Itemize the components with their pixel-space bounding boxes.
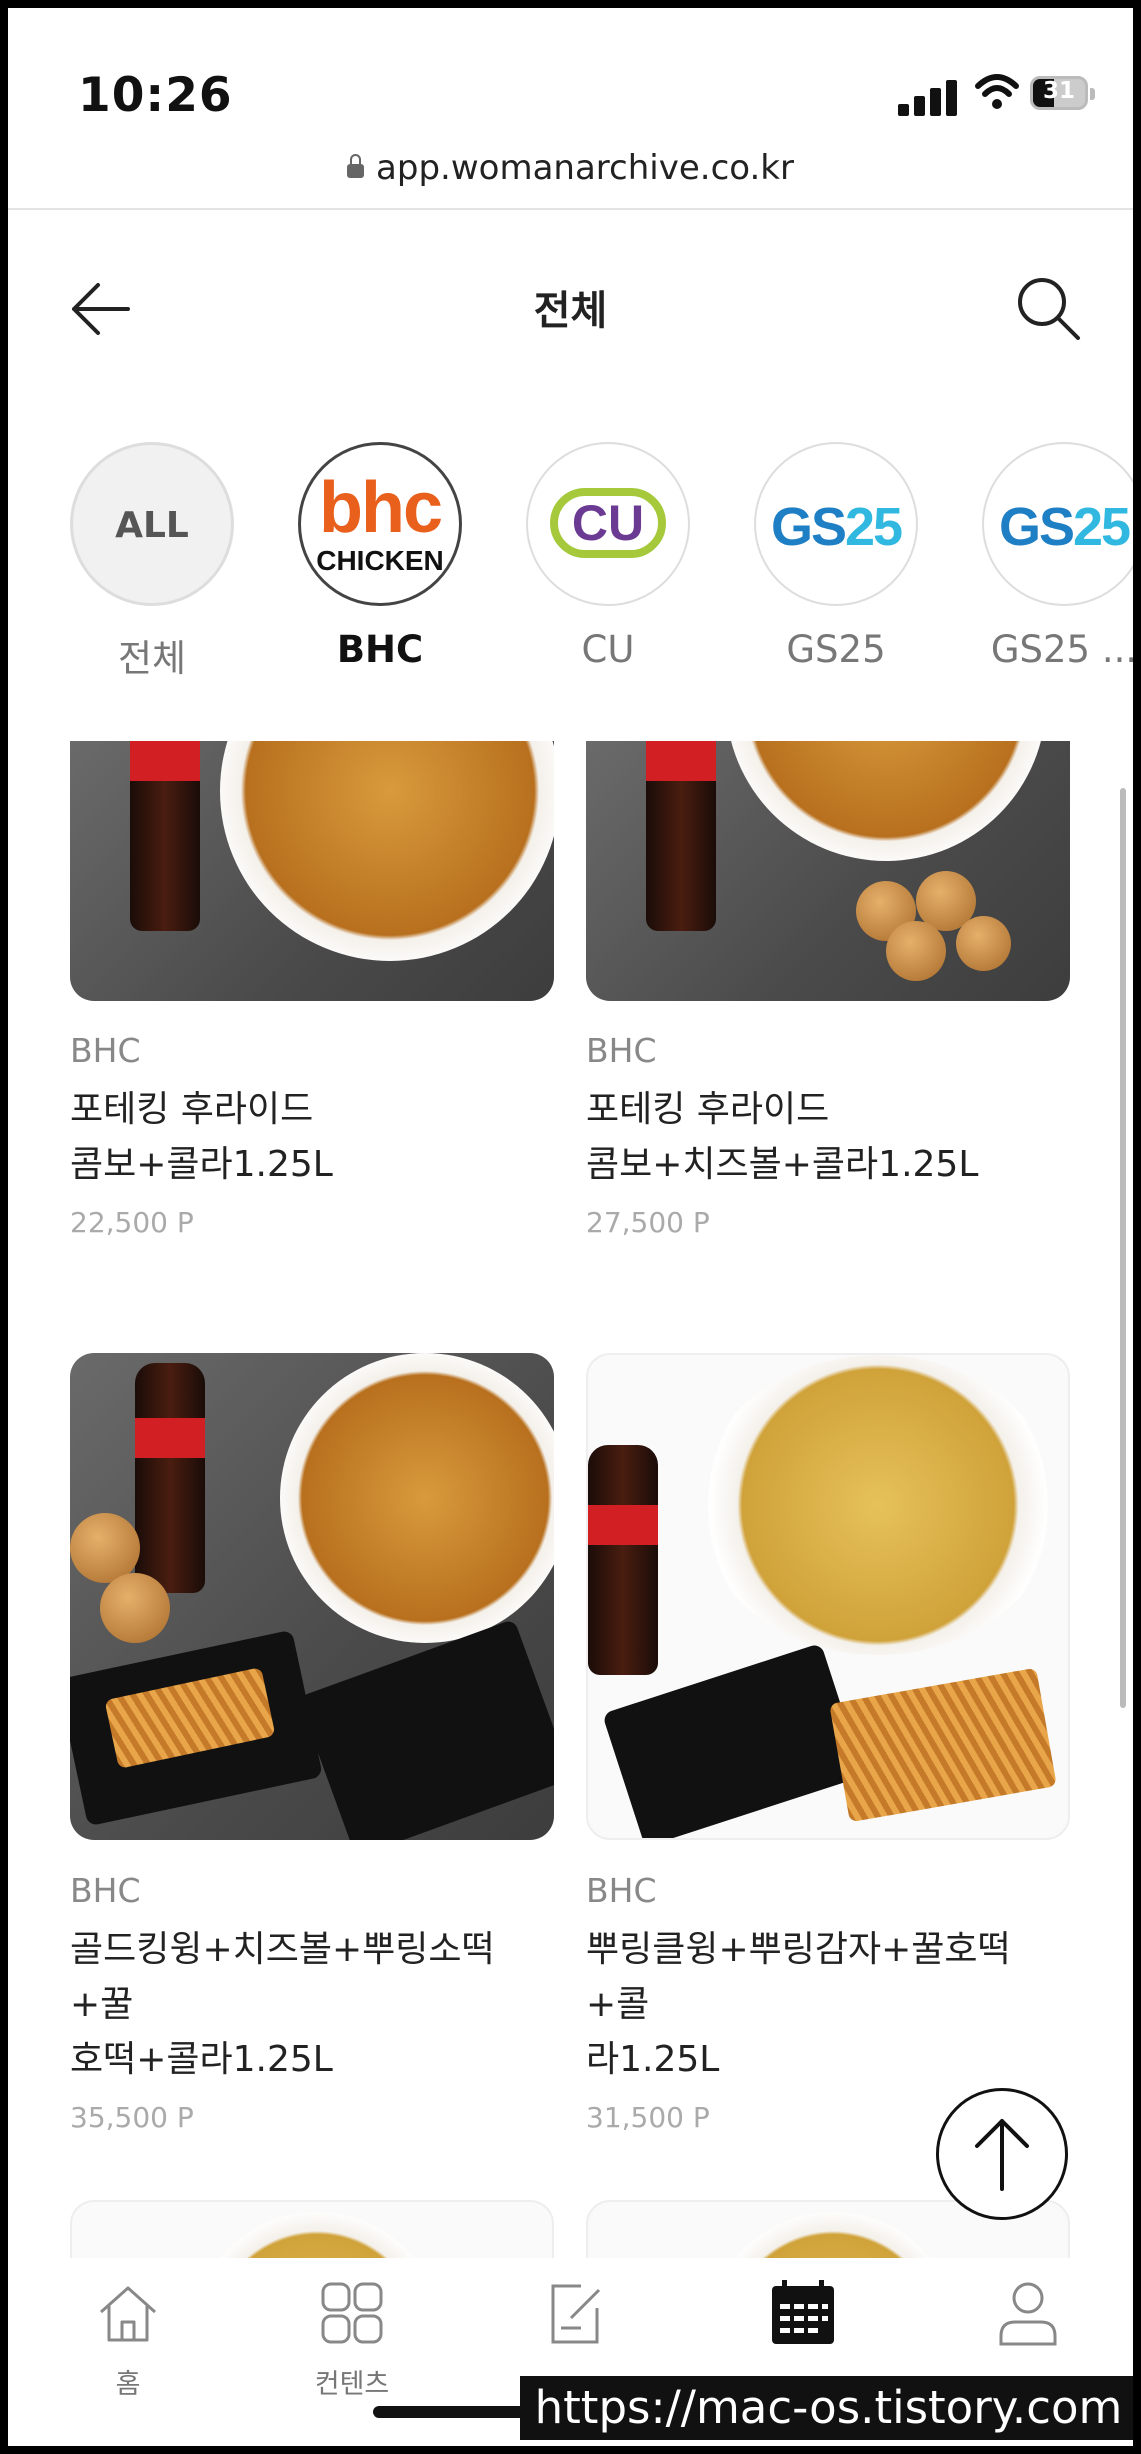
product-brand: BHC — [70, 1871, 141, 1910]
brand-label: 전체 — [117, 637, 187, 680]
edit-note-icon — [551, 2284, 601, 2344]
product-card[interactable]: BHC 포테킹 후라이드 콤보+콜라1.25L 22,500 P — [70, 741, 554, 1281]
brand-label: BHC — [336, 628, 424, 671]
brand-logo-all: ALL — [70, 442, 234, 606]
product-card[interactable]: BHC 포테킹 후라이드 콤보+치즈볼+콜라1.25L 27,500 P — [586, 741, 1070, 1281]
product-card[interactable]: BHC 뿌링클윙+뿌링감자+꿀호떡+콜 라1.25L 31,500 P — [586, 1353, 1070, 2134]
brand-filter-gs25-more[interactable]: GS25 GS25 ... — [980, 442, 1133, 671]
product-price: 22,500 P — [70, 1206, 194, 1239]
brand-label: GS25 ... — [990, 628, 1133, 671]
calendar-icon — [772, 2280, 834, 2344]
product-image — [586, 1353, 1070, 1840]
product-brand: BHC — [70, 1031, 141, 1070]
brand-logo-gs25: GS25 — [754, 442, 918, 606]
scroll-top-button[interactable] — [936, 2088, 1068, 2220]
person-icon — [999, 2282, 1057, 2346]
tab-home[interactable]: 홈 — [68, 2278, 188, 2401]
product-brand: BHC — [586, 1031, 657, 1070]
wifi-icon — [975, 74, 1019, 109]
brand-filter-bhc[interactable]: bhc CHICKEN BHC — [296, 442, 464, 671]
battery-icon: 31 — [1030, 76, 1095, 110]
tab-contents[interactable]: 컨텐츠 — [292, 2278, 412, 2401]
brand-logo-gs25: GS25 — [982, 442, 1133, 606]
search-icon[interactable] — [1008, 270, 1088, 350]
url-bar[interactable]: app.womanarchive.co.kr — [8, 148, 1133, 188]
tab-label: 컨텐츠 — [314, 2369, 390, 2400]
product-image[interactable] — [70, 2200, 554, 2260]
watermark: https://mac-os.tistory.com — [520, 2376, 1133, 2440]
tab-label: 홈 — [115, 2369, 141, 2400]
divider — [8, 208, 1133, 210]
home-icon — [100, 2286, 156, 2342]
brand-filter-all[interactable]: ALL 전체 — [68, 442, 236, 682]
grid-icon — [321, 2282, 383, 2344]
status-time: 10:26 — [78, 68, 233, 123]
tab-calendar[interactable] — [743, 2278, 863, 2362]
brand-label: GS25 — [786, 628, 886, 671]
battery-level: 31 — [1042, 78, 1075, 104]
product-image — [70, 1353, 554, 1840]
scrollbar[interactable] — [1120, 788, 1126, 1708]
product-name: 뿌링클윙+뿌링감자+꿀호떡+콜 라1.25L — [586, 1929, 1011, 2080]
tab-write[interactable] — [516, 2278, 636, 2362]
product-name: 포테킹 후라이드 콤보+콜라1.25L — [70, 1089, 333, 1185]
brand-logo-cu: CU — [526, 442, 690, 606]
brand-filter-cu[interactable]: CU CU — [524, 442, 692, 671]
arrow-up-icon — [975, 2119, 1029, 2191]
product-name: 골드킹윙+치즈볼+뿌링소떡+꿀 호떡+콜라1.25L — [70, 1929, 495, 2080]
page-title: 전체 — [533, 288, 608, 334]
product-image — [70, 741, 554, 1001]
brand-filter-gs25[interactable]: GS25 GS25 — [752, 442, 920, 671]
product-brand: BHC — [586, 1871, 657, 1910]
url-text: app.womanarchive.co.kr — [376, 148, 794, 188]
tab-profile[interactable] — [968, 2278, 1088, 2362]
product-name: 포테킹 후라이드 콤보+치즈볼+콜라1.25L — [586, 1089, 979, 1185]
product-price: 35,500 P — [70, 2101, 194, 2134]
phone-screen: 10:26 31 app.womanarchive.co.kr 전체 ALL 전… — [8, 8, 1133, 2446]
brand-logo-bhc: bhc CHICKEN — [298, 442, 462, 606]
product-card[interactable]: BHC 골드킹윙+치즈볼+뿌링소떡+꿀 호떡+콜라1.25L 35,500 P — [70, 1353, 554, 2134]
product-price: 27,500 P — [586, 1206, 710, 1239]
product-image — [586, 741, 1070, 1001]
brand-label: CU — [581, 628, 635, 671]
lock-icon — [347, 154, 365, 178]
cellular-signal-icon — [898, 76, 960, 116]
